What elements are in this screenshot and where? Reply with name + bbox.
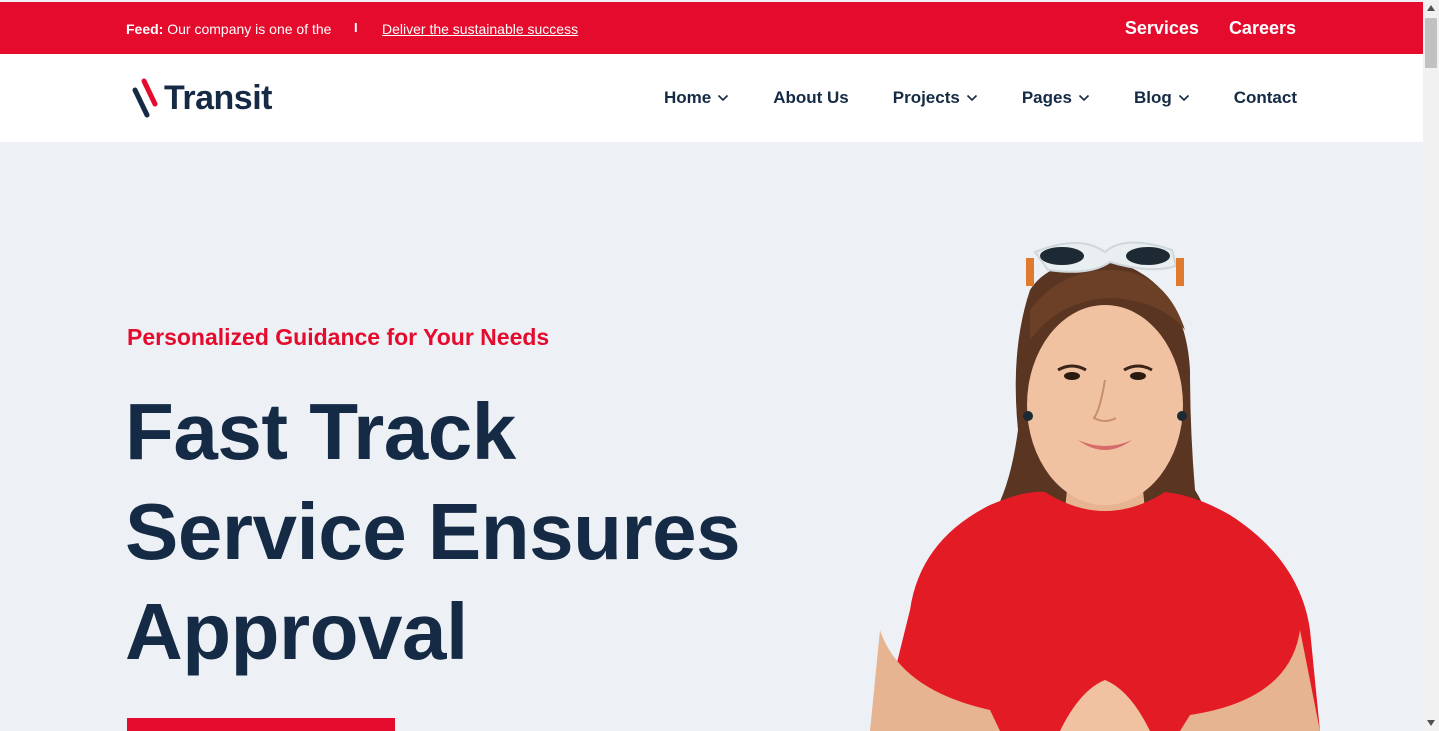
- hero-title: Fast Track Service Ensures Approval: [125, 382, 741, 682]
- page: Feed: Our company is one of the I Delive…: [0, 0, 1423, 731]
- hero-title-line: Fast Track: [125, 387, 516, 476]
- feed-link[interactable]: Deliver the sustainable success: [382, 21, 578, 37]
- scroll-up-icon[interactable]: [1423, 0, 1439, 16]
- main-nav: Home About Us Projects Pages Blog Contac…: [664, 88, 1297, 108]
- chevron-down-icon: [966, 94, 977, 102]
- hero-title-line: Service Ensures: [125, 487, 741, 576]
- top-links: Services Careers: [1125, 18, 1296, 39]
- chevron-down-icon: [718, 94, 729, 102]
- nav-item-home[interactable]: Home: [664, 88, 729, 108]
- site-logo[interactable]: Transit: [130, 76, 272, 120]
- nav-item-projects[interactable]: Projects: [893, 88, 978, 108]
- hero-eyebrow: Personalized Guidance for Your Needs: [127, 324, 550, 350]
- nav-label: Projects: [892, 88, 960, 107]
- logo-text: Transit: [164, 78, 272, 117]
- feed-text: Our company is one of the: [167, 21, 332, 37]
- hero-title-line: Approval: [125, 587, 468, 676]
- logo-mark-icon: [132, 78, 158, 118]
- hero-cta-button[interactable]: [127, 718, 395, 731]
- nav-label: Contact: [1233, 88, 1297, 107]
- nav-item-blog[interactable]: Blog: [1134, 88, 1190, 108]
- scrollbar-thumb[interactable]: [1425, 18, 1437, 68]
- nav-label: Blog: [1133, 88, 1172, 107]
- nav-item-about-us[interactable]: About Us: [773, 88, 849, 108]
- feed-ticker: Feed: Our company is one of the: [126, 21, 331, 37]
- page-scrollbar[interactable]: [1423, 0, 1439, 731]
- top-link-services[interactable]: Services: [1125, 18, 1199, 39]
- top-bar: Feed: Our company is one of the I Delive…: [0, 2, 1423, 54]
- chevron-down-icon: [1178, 94, 1189, 102]
- feed-label: Feed:: [126, 21, 164, 37]
- feed-separator: I: [354, 20, 358, 35]
- main-header: Transit Home About Us Projects Pages Blo…: [0, 54, 1423, 142]
- scroll-down-icon[interactable]: [1423, 715, 1439, 731]
- nav-label: About Us: [773, 88, 849, 107]
- top-link-careers[interactable]: Careers: [1229, 18, 1296, 39]
- hero-person-image: [870, 241, 1320, 731]
- nav-item-contact[interactable]: Contact: [1234, 88, 1297, 108]
- nav-label: Home: [663, 88, 712, 107]
- chevron-down-icon: [1078, 94, 1090, 102]
- nav-item-pages[interactable]: Pages: [1022, 88, 1090, 108]
- nav-label: Pages: [1021, 88, 1072, 107]
